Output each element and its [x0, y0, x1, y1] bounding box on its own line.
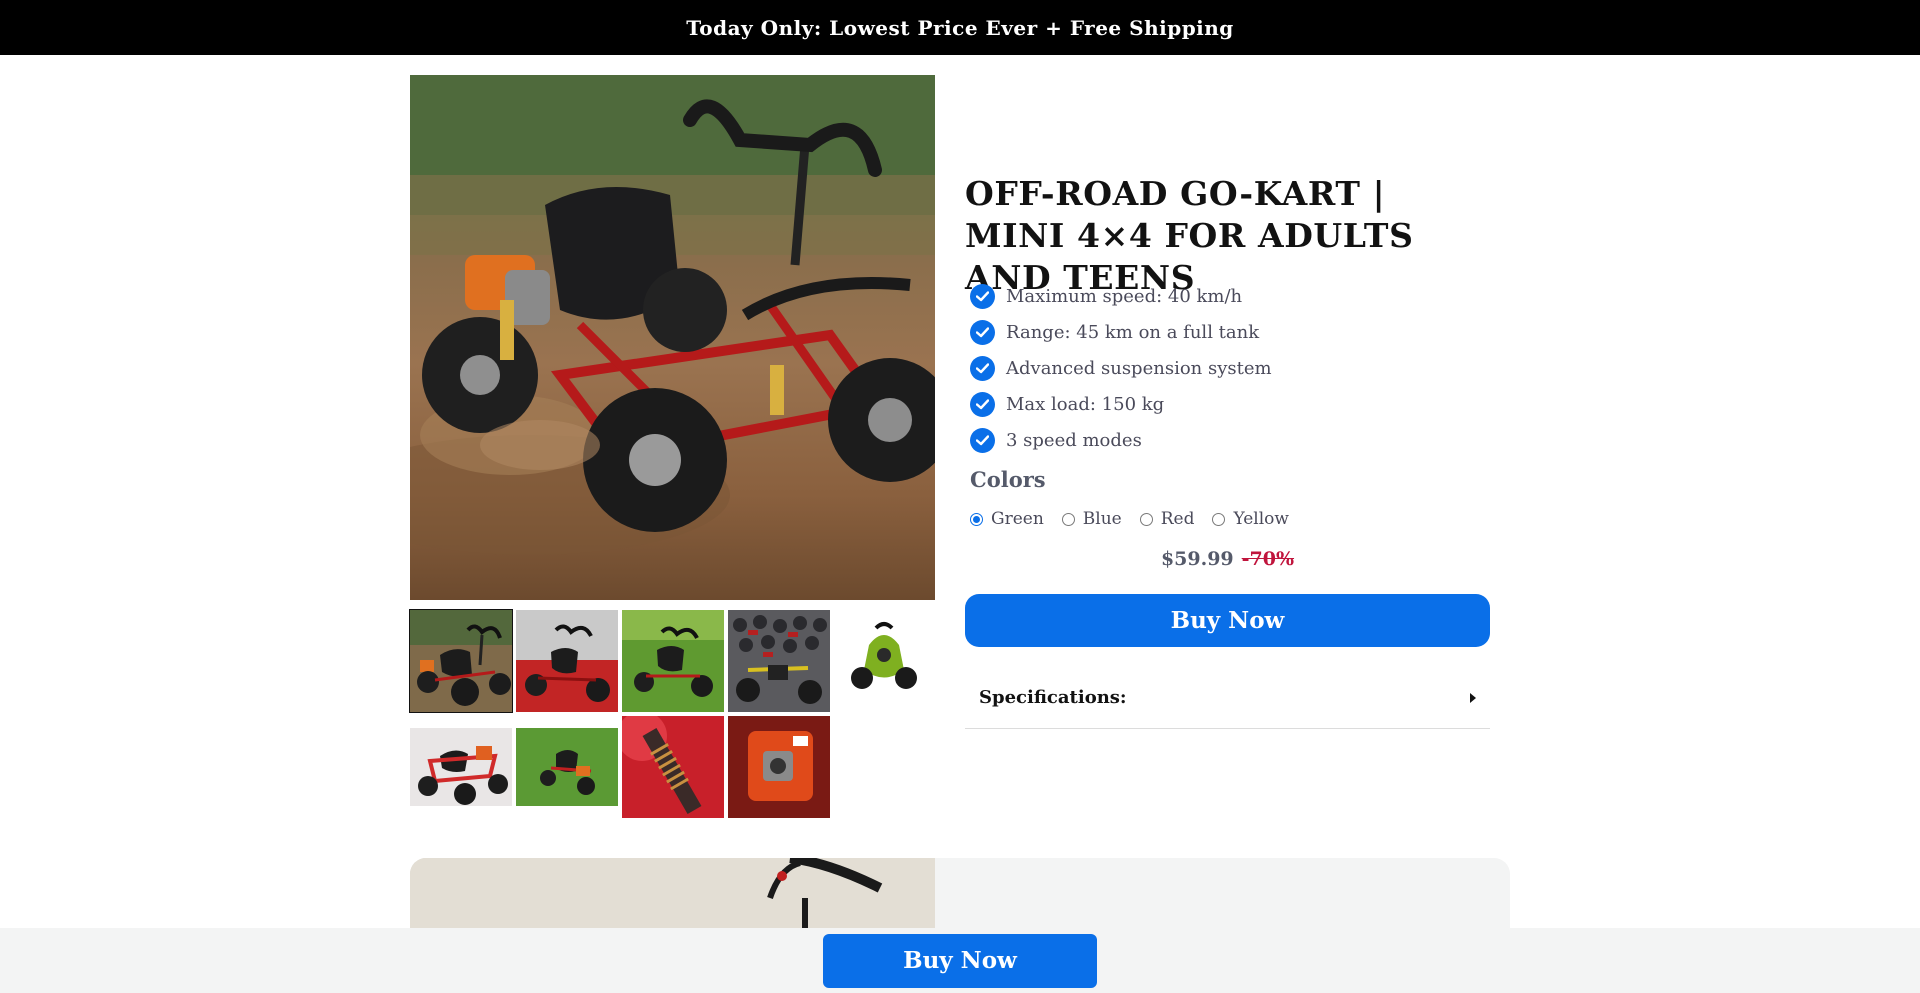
thumbnail-8[interactable] [622, 716, 724, 818]
color-option-green[interactable]: Green [970, 509, 1044, 529]
feature-text: 3 speed modes [1006, 429, 1142, 451]
price: $59.99 [1160, 548, 1234, 570]
color-option-label: Red [1160, 509, 1195, 529]
feature-text: Advanced suspension system [1006, 357, 1272, 379]
feature-text: Maximum speed: 40 km/h [1006, 285, 1243, 307]
thumbnail-9[interactable] [728, 716, 830, 818]
feature-item: Advanced suspension system [970, 350, 1490, 386]
thumbnail-1[interactable] [409, 609, 513, 713]
specifications-label: Specifications: [979, 687, 1127, 708]
buy-now-button[interactable]: Buy Now [965, 594, 1490, 647]
color-option-blue[interactable]: Blue [1061, 509, 1122, 529]
check-circle-icon [970, 391, 995, 417]
check-circle-icon [970, 355, 995, 381]
radio-button[interactable] [970, 512, 983, 526]
thumbnail-7[interactable] [516, 716, 618, 818]
thumbnail-2[interactable] [516, 610, 618, 712]
feature-item: Range: 45 km on a full tank [970, 314, 1490, 350]
feature-item: Max load: 150 kg [970, 386, 1490, 422]
radio-button[interactable] [1061, 512, 1075, 526]
feature-text: Max load: 150 kg [1006, 393, 1165, 415]
color-option-label: Blue [1082, 509, 1122, 529]
price-row: $59.99 -70% [965, 548, 1490, 570]
check-circle-icon [970, 427, 995, 453]
caret-right-icon [1470, 692, 1476, 703]
thumbnail-5[interactable] [834, 610, 936, 712]
announcement-bar: Today Only: Lowest Price Ever + Free Shi… [0, 0, 1920, 55]
radio-button[interactable] [1212, 512, 1226, 526]
feature-item: Maximum speed: 40 km/h [970, 278, 1490, 314]
thumbnail-6[interactable] [410, 716, 512, 818]
feature-text: Range: 45 km on a full tank [1006, 321, 1260, 343]
check-circle-icon [970, 283, 995, 309]
announcement-text: Today Only: Lowest Price Ever + Free Shi… [686, 15, 1234, 40]
main-product-image[interactable] [410, 75, 935, 600]
sticky-buy-now-button[interactable]: Buy Now [823, 933, 1097, 988]
specifications-accordion[interactable]: Specifications: [965, 667, 1490, 729]
discount-badge: -70% [1241, 548, 1295, 570]
color-option-label: Yellow [1233, 509, 1289, 529]
color-option-red[interactable]: Red [1139, 509, 1195, 529]
feature-item: 3 speed modes [970, 422, 1490, 458]
colors-label: Colors [970, 467, 1046, 492]
thumbnail-3[interactable] [622, 610, 724, 712]
sticky-buy-bar: Buy Now [0, 928, 1920, 993]
feature-list: Maximum speed: 40 km/h Range: 45 km on a… [970, 278, 1490, 458]
color-options: Green Blue Red Yellow [970, 509, 1307, 529]
radio-button[interactable] [1139, 512, 1153, 526]
color-option-label: Green [991, 509, 1044, 529]
check-circle-icon [970, 319, 995, 345]
thumbnail-4[interactable] [728, 610, 830, 712]
color-option-yellow[interactable]: Yellow [1212, 509, 1289, 529]
